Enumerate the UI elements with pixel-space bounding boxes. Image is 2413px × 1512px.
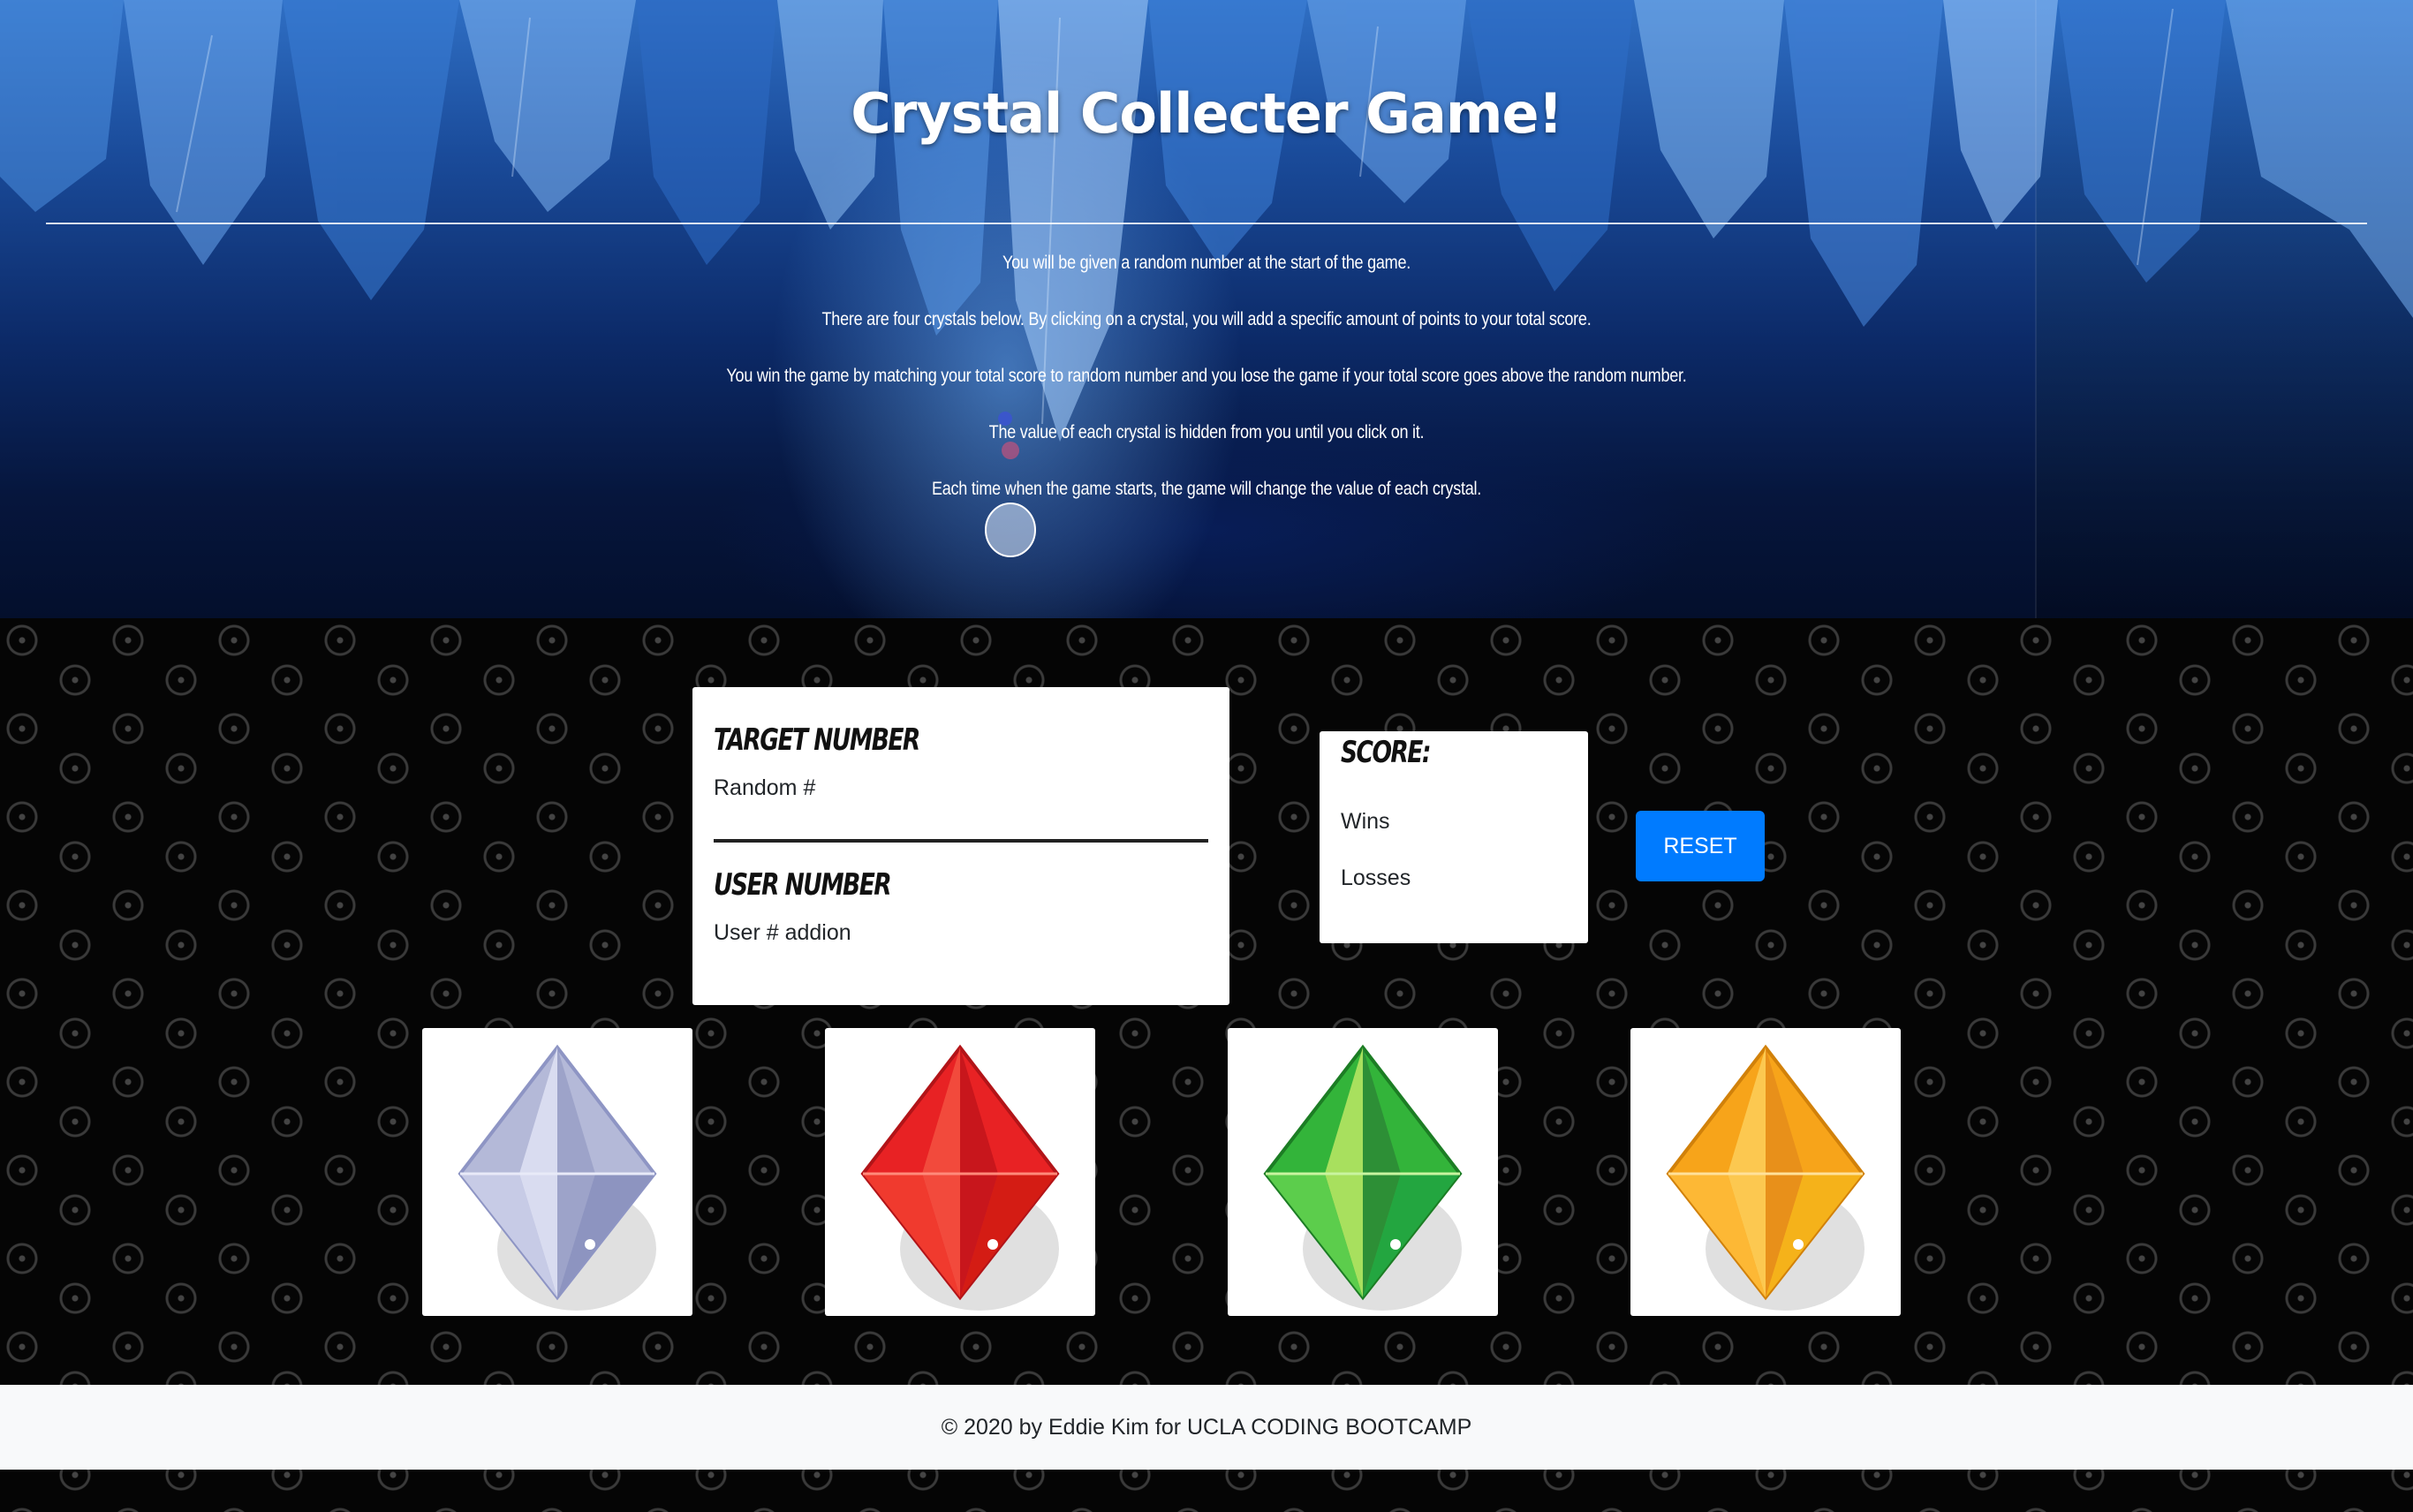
- user-number-value: User # addion: [714, 920, 851, 945]
- title-divider: [46, 223, 2367, 224]
- instruction-line: There are four crystals below. By clicki…: [821, 309, 1592, 329]
- green-crystal-icon: [1263, 1044, 1463, 1311]
- instruction-line: You will be given a random number at the…: [1002, 253, 1411, 273]
- orange-crystal-icon: [1666, 1044, 1865, 1311]
- red-crystal-icon: [860, 1044, 1060, 1311]
- score-card: SCORE: Wins Losses: [1320, 731, 1588, 943]
- orange-crystal-button[interactable]: [1630, 1028, 1901, 1316]
- footer: © 2020 by Eddie Kim for UCLA CODING BOOT…: [0, 1385, 2413, 1470]
- red-crystal-button[interactable]: [825, 1028, 1095, 1316]
- page: Crystal Collecter Game! You will be give…: [0, 0, 2413, 1512]
- user-number-heading: USER NUMBER: [714, 867, 892, 903]
- reset-button[interactable]: RESET: [1636, 811, 1765, 881]
- instruction-line: The value of each crystal is hidden from…: [988, 422, 1425, 442]
- instruction-line: You win the game by matching your total …: [726, 366, 1687, 386]
- instructions: You will be given a random number at the…: [169, 249, 2244, 532]
- silver-crystal-button[interactable]: [422, 1028, 692, 1316]
- wins-label: Wins: [1341, 809, 1390, 834]
- page-title: Crystal Collecter Game!: [851, 81, 1563, 146]
- score-heading: SCORE:: [1341, 735, 1431, 770]
- instruction-line: Each time when the game starts, the game…: [931, 479, 1482, 499]
- losses-label: Losses: [1341, 866, 1411, 890]
- target-number-heading: TARGET NUMBER: [714, 722, 920, 758]
- target-number-value: Random #: [714, 775, 816, 800]
- card-divider: [714, 839, 1208, 843]
- green-crystal-button[interactable]: [1228, 1028, 1498, 1316]
- silver-crystal-icon: [458, 1044, 657, 1311]
- number-card: TARGET NUMBER Random # USER NUMBER User …: [692, 687, 1229, 1005]
- footer-text: © 2020 by Eddie Kim for UCLA CODING BOOT…: [941, 1414, 1472, 1440]
- hero-banner: Crystal Collecter Game! You will be give…: [0, 0, 2413, 618]
